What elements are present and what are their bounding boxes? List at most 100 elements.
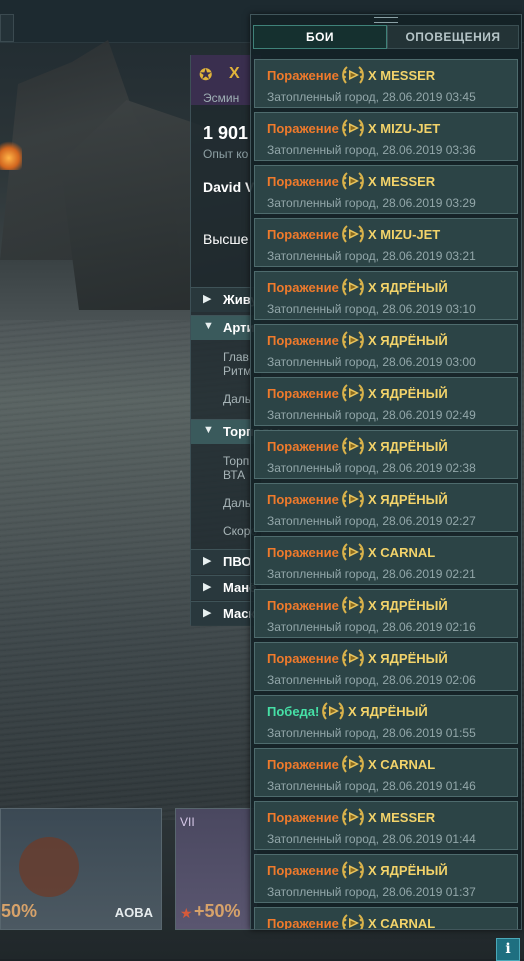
battle-entry[interactable]: Поражение X MIZU-JET Затопленный город, 28… <box>254 112 518 161</box>
battle-result: Поражение <box>267 439 339 454</box>
ship-tier: X <box>368 916 377 930</box>
battle-result: Поражение <box>267 757 339 772</box>
battle-details: Затопленный город, 28.06.2019 03:29 <box>267 196 476 210</box>
ship-tier: X <box>368 810 377 825</box>
map-name: Затопленный город <box>267 726 376 740</box>
notifications-panel: БОИ ОПОВЕЩЕНИЯ Поражение X MESSER Затоплен… <box>250 14 522 930</box>
battle-entry[interactable]: Поражение X MESSER Затопленный город, 28.0… <box>254 165 518 214</box>
ship-tier: X <box>348 704 357 719</box>
ship-tier: X <box>368 333 377 348</box>
battle-datetime: 28.06.2019 03:45 <box>382 90 476 104</box>
battle-datetime: 28.06.2019 01:37 <box>382 885 476 899</box>
battle-datetime: 28.06.2019 02:06 <box>382 673 476 687</box>
expand-arrow-icon: ▶ <box>203 581 212 593</box>
battle-details: Затопленный город, 28.06.2019 02:06 <box>267 673 476 687</box>
ship-title: ЯДРЁНЫЙ <box>380 439 448 454</box>
battle-entry[interactable]: Поражение X CARNAL <box>254 907 518 930</box>
ship-tier: X <box>368 545 377 560</box>
sub-item: Торп <box>223 454 250 468</box>
drag-handle[interactable] <box>374 17 398 23</box>
map-name: Затопленный город <box>267 355 376 369</box>
ship-name: X ЯДРЁНЫЙ <box>368 333 448 348</box>
battle-details: Затопленный город, 28.06.2019 01:46 <box>267 779 476 793</box>
ship-title: ЯДРЁНЫЙ <box>380 598 448 613</box>
ship-title: CARNAL <box>380 757 436 772</box>
tier-emblem-icon <box>342 172 364 190</box>
info-button[interactable]: i <box>496 938 520 961</box>
battle-details: Затопленный город, 28.06.2019 03:00 <box>267 355 476 369</box>
ship-class: Эсмин <box>203 91 240 105</box>
ship-card-tier-vii[interactable]: VII ★ +50% <box>175 808 257 930</box>
tab-battles[interactable]: БОИ <box>253 25 387 49</box>
tier-emblem-icon <box>342 649 364 667</box>
ship-name: X MIZU-JET <box>368 121 440 136</box>
battle-entry[interactable]: Поражение X MIZU-JET Затопленный город, 28… <box>254 218 518 267</box>
ship-tier: X <box>368 386 377 401</box>
higher-label: Высше <box>203 231 249 247</box>
ship-tier: X <box>229 65 240 82</box>
ship-name: X ЯДРЁНЫЙ <box>348 704 428 719</box>
ship-name: X ЯДРЁНЫЙ <box>368 280 448 295</box>
sub-item: Ритм <box>223 364 252 378</box>
battle-entry[interactable]: Поражение X MESSER Затопленный город, 28.0… <box>254 801 518 850</box>
ship-title: MESSER <box>380 810 436 825</box>
map-name: Затопленный город <box>267 514 376 528</box>
battle-datetime: 28.06.2019 02:21 <box>382 567 476 581</box>
sub-item: ВТА <box>223 468 246 482</box>
ship-name: X MESSER <box>368 68 435 83</box>
battle-entry[interactable]: Поражение X ЯДРЁНЫЙ Затопленный город, 28.… <box>254 377 518 426</box>
tier-emblem-icon <box>322 702 344 720</box>
sub-item: Даль <box>223 496 252 510</box>
battle-entry[interactable]: Поражение X ЯДРЁНЫЙ Затопленный город, 28.… <box>254 483 518 532</box>
battle-entry[interactable]: Поражение X CARNAL Затопленный город, 28.0… <box>254 748 518 797</box>
ship-card-name: AOBA <box>114 905 153 920</box>
battle-details: Затопленный город, 28.06.2019 03:10 <box>267 302 476 316</box>
battle-entry[interactable]: Поражение X ЯДРЁНЫЙ Затопленный город, 28.… <box>254 854 518 903</box>
tier-emblem-icon <box>342 437 364 455</box>
battle-result: Поражение <box>267 545 339 560</box>
map-name: Затопленный город <box>267 620 376 634</box>
ship-name: X MESSER <box>368 174 435 189</box>
battle-result: Поражение <box>267 386 339 401</box>
ship-tier: X <box>368 68 377 83</box>
ship-name: X CARNAL <box>368 916 435 930</box>
battle-details: Затопленный город, 28.06.2019 02:38 <box>267 461 476 475</box>
ship-card-aoba[interactable]: 50% AOBA <box>0 808 162 930</box>
battle-result: Поражение <box>267 598 339 613</box>
battle-entry[interactable]: Поражение X ЯДРЁНЫЙ Затопленный город, 28.… <box>254 324 518 373</box>
battle-datetime: 28.06.2019 02:38 <box>382 461 476 475</box>
fire-glow <box>0 140 22 170</box>
ship-tier: X <box>368 651 377 666</box>
map-name: Затопленный город <box>267 196 376 210</box>
captain-name: David V <box>203 179 255 195</box>
battle-entry[interactable]: Поражение X MESSER Затопленный город, 28.0… <box>254 59 518 108</box>
ship-name: X CARNAL <box>368 545 435 560</box>
battle-datetime: 28.06.2019 02:27 <box>382 514 476 528</box>
ship-title: MIZU-JET <box>380 227 441 242</box>
battle-datetime: 28.06.2019 03:21 <box>382 249 476 263</box>
battle-details: Затопленный город, 28.06.2019 02:16 <box>267 620 476 634</box>
bonus-percent: +50% <box>194 901 241 921</box>
battle-datetime: 28.06.2019 01:46 <box>382 779 476 793</box>
battle-entry[interactable]: Поражение X ЯДРЁНЫЙ Затопленный город, 28.… <box>254 271 518 320</box>
tier-emblem-icon <box>342 543 364 561</box>
battle-entry[interactable]: Поражение X ЯДРЁНЫЙ Затопленный город, 28.… <box>254 642 518 691</box>
collapse-arrow-icon: ▼ <box>203 320 214 332</box>
battle-entry[interactable]: Поражение X ЯДРЁНЫЙ Затопленный город, 28.… <box>254 430 518 479</box>
ship-name: X ЯДРЁНЫЙ <box>368 651 448 666</box>
battle-entry[interactable]: Поражение X CARNAL Затопленный город, 28.0… <box>254 536 518 585</box>
ship-name: X MESSER <box>368 810 435 825</box>
tier-emblem-icon <box>342 596 364 614</box>
battle-entry[interactable]: Победа! X ЯДРЁНЫЙ Затопленный город, 28.06… <box>254 695 518 744</box>
battle-datetime: 28.06.2019 03:36 <box>382 143 476 157</box>
ship-title: ЯДРЁНЫЙ <box>380 863 448 878</box>
battle-datetime: 28.06.2019 02:16 <box>382 620 476 634</box>
map-name: Затопленный город <box>267 90 376 104</box>
notification-tabs: БОИ ОПОВЕЩЕНИЯ <box>253 25 519 49</box>
battle-entry[interactable]: Поражение X ЯДРЁНЫЙ Затопленный город, 28.… <box>254 589 518 638</box>
top-left-tab[interactable] <box>0 14 14 42</box>
ship-title: MESSER <box>380 174 436 189</box>
tier-emblem-icon <box>342 755 364 773</box>
tier-emblem-icon <box>342 66 364 84</box>
tab-alerts[interactable]: ОПОВЕЩЕНИЯ <box>387 25 519 49</box>
